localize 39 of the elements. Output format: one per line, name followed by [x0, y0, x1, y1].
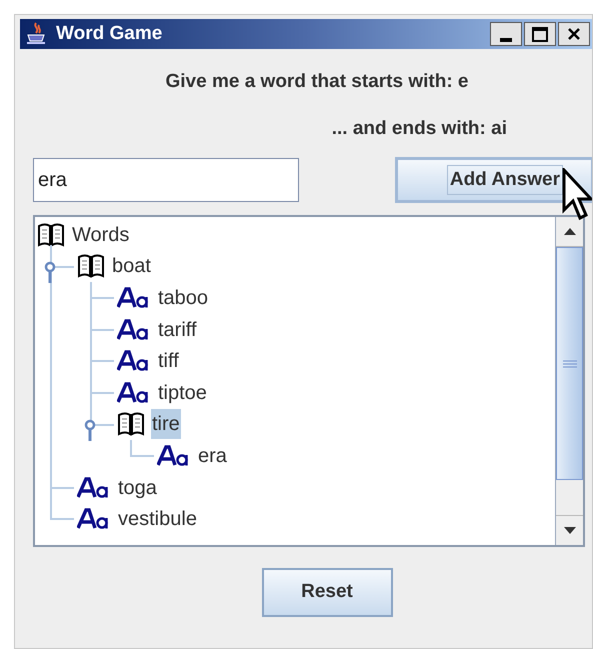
book-icon [77, 253, 105, 280]
grip-icon [562, 360, 576, 368]
expand-handle-icon[interactable] [43, 260, 57, 283]
scroll-bar[interactable] [555, 217, 583, 545]
tree-node-label[interactable]: toga [117, 472, 158, 503]
tree-node-label[interactable]: vestibule [117, 504, 198, 534]
scroll-thumb[interactable] [556, 247, 583, 480]
maximize-button[interactable] [524, 22, 556, 46]
up-arrow-icon [564, 228, 576, 235]
book-icon [37, 222, 65, 248]
tree-node-label[interactable]: tiff [157, 346, 180, 376]
font-icon [117, 286, 151, 309]
font-icon [117, 318, 151, 341]
tree-node-label[interactable]: Words [71, 220, 130, 250]
close-button[interactable] [558, 22, 590, 46]
tree-node-label[interactable]: taboo [157, 282, 210, 313]
tree-node-label[interactable]: era [197, 440, 228, 471]
font-icon [157, 444, 191, 467]
expand-handle-icon[interactable] [83, 418, 97, 441]
font-icon [117, 350, 151, 372]
font-icon [117, 382, 151, 404]
minimize-icon [500, 38, 512, 42]
minimize-button[interactable] [490, 22, 522, 46]
answer-field[interactable]: era [33, 158, 299, 202]
tree-node-label[interactable]: tire [151, 409, 181, 440]
font-icon [77, 508, 111, 530]
tree-node-label[interactable]: boat [111, 251, 152, 282]
tree-node-label[interactable]: tiptoe [157, 378, 208, 408]
prompt-text: Give me a word that starts with: e [165, 70, 469, 94]
add-answer-button[interactable]: Add Answer [395, 157, 592, 203]
reset-button[interactable]: Reset [262, 568, 392, 617]
prompt-text: ... and ends with: ai [332, 117, 507, 141]
window-title: Word Game [56, 22, 162, 46]
tree-node-label[interactable]: tariff [157, 314, 198, 345]
font-icon [77, 476, 111, 499]
maximize-icon [532, 26, 548, 42]
down-arrow-icon [564, 527, 576, 534]
book-icon [117, 411, 145, 438]
close-icon [567, 27, 581, 41]
